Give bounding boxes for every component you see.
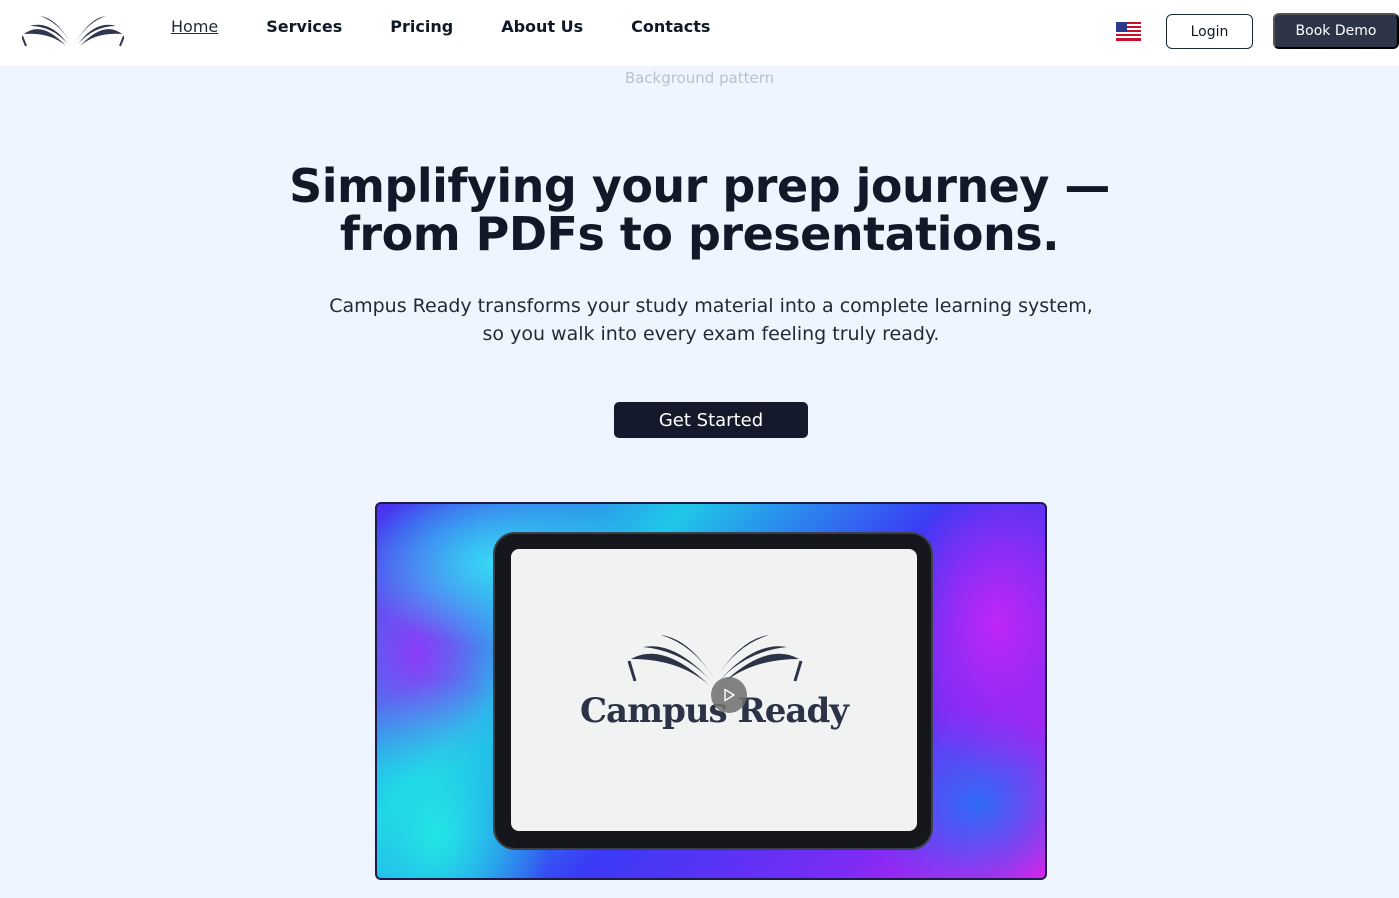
subtext-line-1: Campus Ready transforms your study mater… <box>329 295 1093 317</box>
play-icon <box>724 688 735 702</box>
campus-ready-logo-icon <box>627 635 803 685</box>
login-button[interactable]: Login <box>1166 14 1253 49</box>
play-button[interactable] <box>711 677 747 713</box>
subtext-line-2: so you walk into every exam feeling trul… <box>482 323 940 345</box>
promo-video[interactable]: Campus Ready <box>375 502 1047 880</box>
nav-services[interactable]: Services <box>266 17 342 37</box>
get-started-button[interactable]: Get Started <box>614 402 808 438</box>
book-demo-button[interactable]: Book Demo <box>1273 13 1399 49</box>
nav-about-us[interactable]: About Us <box>501 17 583 37</box>
us-flag-icon[interactable] <box>1116 22 1141 41</box>
headline-line-1: Simplifying your prep journey — <box>289 159 1110 213</box>
nav-pricing[interactable]: Pricing <box>390 17 453 37</box>
tablet-mockup: Campus Ready <box>493 532 933 850</box>
background-pattern-alt-text: Background pattern <box>624 69 775 87</box>
nav-home[interactable]: Home <box>171 17 218 37</box>
headline-line-2: from PDFs to presentations. <box>339 207 1060 261</box>
navbar: Home Services Pricing About Us Contacts … <box>0 0 1399 66</box>
main-nav: Home Services Pricing About Us Contacts <box>171 17 758 37</box>
hero-headline: Simplifying your prep journey — from PDF… <box>0 162 1399 258</box>
tablet-screen: Campus Ready <box>511 549 917 831</box>
hero-subtext: Campus Ready transforms your study mater… <box>0 292 1399 348</box>
logo-book-icon[interactable] <box>22 12 124 48</box>
nav-contacts[interactable]: Contacts <box>631 17 710 37</box>
